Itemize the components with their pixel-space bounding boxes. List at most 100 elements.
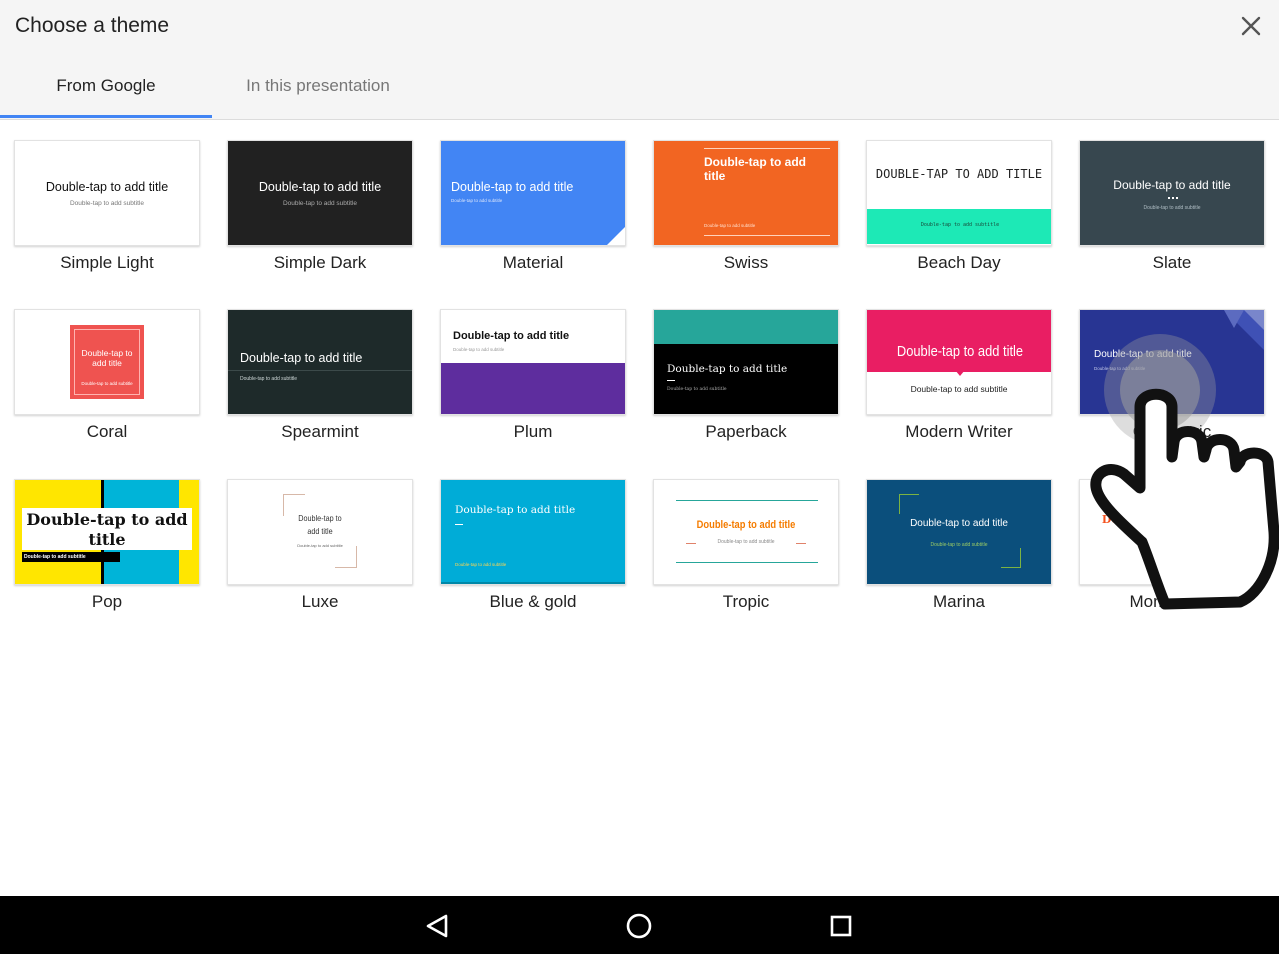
theme-name: Simple Light: [60, 253, 154, 272]
blue-gold-bottom-bar: [441, 582, 625, 584]
theme-preview: Double-tap to add title Double-tap to ad…: [653, 309, 839, 415]
pop-subtitle-bar: Double-tap to add subtitle: [22, 552, 120, 562]
preview-title-line2: title: [88, 530, 126, 549]
theme-preview: Double-tap to add title Double-tap to ad…: [1079, 140, 1265, 246]
preview-title: DOUBLE-TAP TO ADD TITLE: [875, 167, 1043, 181]
theme-preview: Double-tap to add title Double-tap to ad…: [14, 479, 200, 585]
luxe-corner-br: [335, 546, 357, 568]
theme-preview: Double-tap to add title Double-tap to ad…: [227, 479, 413, 585]
tropic-bottom-rule: [676, 562, 818, 563]
theme-preview: Double-tap to add title Double-tap to ad…: [1079, 479, 1265, 585]
preview-title: Double-tap to add title: [453, 330, 570, 342]
preview-title: Double-tap to add title: [896, 343, 1024, 360]
writer-band: Double-tap to add title: [867, 310, 1051, 376]
theme-grid: Double-tap to add title Double-tap to ad…: [0, 120, 1279, 896]
preview-title: Double-tap to add title: [1113, 178, 1231, 192]
theme-preview: Double-tap to add title Double-tap to ad…: [866, 309, 1052, 415]
preview-title: Double-tap to add title: [451, 180, 574, 194]
close-button[interactable]: [1236, 11, 1266, 41]
theme-name: Coral: [86, 422, 128, 441]
theme-name: Spearmint: [281, 422, 359, 441]
theme-name: Marina: [933, 592, 985, 611]
tab-in-this-presentation[interactable]: In this presentation: [212, 76, 424, 120]
preview-subtitle: Double-tap to add subtitle: [930, 542, 988, 548]
theme-preview: Double-tap to add title Double-tap to ad…: [653, 479, 839, 585]
marina-corner-tl: [899, 494, 919, 514]
preview-title-line2: title: [704, 169, 726, 183]
preview-subtitle: Double-tap to add subtitle: [704, 223, 756, 228]
theme-preview: Double-tap to add title Double-tap to ad…: [866, 479, 1052, 585]
nav-recents-button[interactable]: [819, 904, 863, 948]
theme-preview: Double-tap to add title Double-tap to ad…: [227, 309, 413, 415]
marina-corner-br: [1001, 548, 1021, 568]
preview-subtitle: Double-tap to add subtitle: [240, 376, 297, 382]
beach-band: Double-tap to add subtitle: [867, 209, 1051, 244]
preview-subtitle: Double-tap to add subtitle: [1146, 545, 1198, 550]
preview-title: Double-tap to add: [704, 155, 806, 169]
preview-title: Double-tap to add title: [240, 351, 363, 365]
theme-preview: Double-tap to add title Double-tap to ad…: [440, 140, 626, 246]
swiss-bottom-rule: [704, 235, 830, 236]
theme-name: Blue & gold: [489, 592, 577, 611]
preview-title: Double-tap to: [298, 513, 342, 523]
preview-title: Double-tap to add title: [1094, 349, 1192, 360]
theme-name: Momentum: [1129, 592, 1215, 611]
tropic-dash-right: [796, 543, 806, 544]
spearmint-rule: [228, 370, 412, 371]
dialog-header: Choose a theme From Google In this prese…: [0, 0, 1279, 120]
geometric-triangles: [1224, 310, 1264, 350]
plum-band: [441, 363, 625, 414]
nav-home-button[interactable]: [617, 904, 661, 948]
theme-name: Swiss: [723, 253, 769, 272]
preview-title: Double-tap to add title: [455, 504, 576, 516]
preview-subtitle: Double-tap to add subtitle: [455, 562, 507, 567]
preview-subtitle: Double-tap to add subtitle: [297, 543, 343, 548]
preview-subtitle: Double-tap to add subtitle: [24, 554, 86, 560]
theme-preview: DOUBLE-TAP TO ADD TITLE Double-tap to ad…: [866, 140, 1052, 246]
pop-title-box: Double-tap to add title: [22, 508, 192, 550]
theme-name: Tropic: [722, 592, 770, 611]
preview-title: Double-tap to add title: [667, 363, 788, 375]
preview-title: Double-tap to add: [26, 510, 188, 529]
paperback-dash: [667, 380, 675, 381]
preview-title: Double-tap to add title: [1101, 513, 1243, 526]
preview-title: Double-tap to: [81, 348, 133, 358]
page-curl-decoration: [607, 227, 625, 245]
preview-subtitle: Double-tap to add subtitle: [717, 539, 775, 545]
theme-name: Paperback: [705, 422, 787, 441]
paperback-band: [654, 310, 838, 344]
preview-title-line2: add title: [92, 358, 122, 368]
preview-subtitle: Double-tap to add subtitle: [910, 384, 1008, 394]
theme-preview: Double-tap to add title Double-tap to ad…: [440, 479, 626, 585]
theme-name: Modern Writer: [905, 422, 1013, 441]
theme-preview: Double-tap to add title Double-tap to ad…: [14, 140, 200, 246]
slate-dots: [1168, 197, 1178, 199]
preview-title: Double-tap to add title: [45, 180, 169, 194]
theme-preview: Double-tap to add title Double-tap to ad…: [227, 140, 413, 246]
tab-from-google[interactable]: From Google: [0, 76, 212, 120]
system-nav-bar: [0, 896, 1279, 954]
preview-title: Double-tap to add title: [258, 180, 382, 194]
theme-preview: Double-tap to add title Double-tap to ad…: [653, 140, 839, 246]
swiss-top-rule: [704, 148, 830, 149]
preview-subtitle: Double-tap to add subtitle: [453, 347, 505, 352]
preview-subtitle: Double-tap to add subtitle: [81, 381, 133, 386]
preview-subtitle: Double-tap to add subtitle: [920, 222, 1000, 228]
dialog-title: Choose a theme: [15, 14, 170, 37]
preview-subtitle: Double-tap to add subtitle: [667, 387, 727, 392]
active-tab-indicator: [0, 115, 212, 118]
theme-name: Beach Day: [917, 253, 1001, 272]
theme-preview: Double-tap to add title Double-tap to ad…: [440, 309, 626, 415]
theme-name: Slate: [1152, 253, 1192, 272]
tropic-top-rule: [676, 500, 818, 501]
coral-square: Double-tap to add title Double-tap to ad…: [70, 325, 144, 399]
writer-pointer: [955, 370, 965, 376]
preview-subtitle: Double-tap to add subtitle: [69, 200, 145, 207]
theme-name: Plum: [513, 422, 553, 441]
theme-name: Material: [502, 253, 564, 272]
theme-preview: Double-tap to add title Double-tap to ad…: [14, 309, 200, 415]
theme-name: Geometric: [1132, 422, 1212, 441]
theme-preview: Double-tap to add title Double-tap to ad…: [1079, 309, 1265, 415]
preview-subtitle: Double-tap to add subtitle: [1143, 205, 1201, 211]
nav-back-button[interactable]: [415, 904, 459, 948]
